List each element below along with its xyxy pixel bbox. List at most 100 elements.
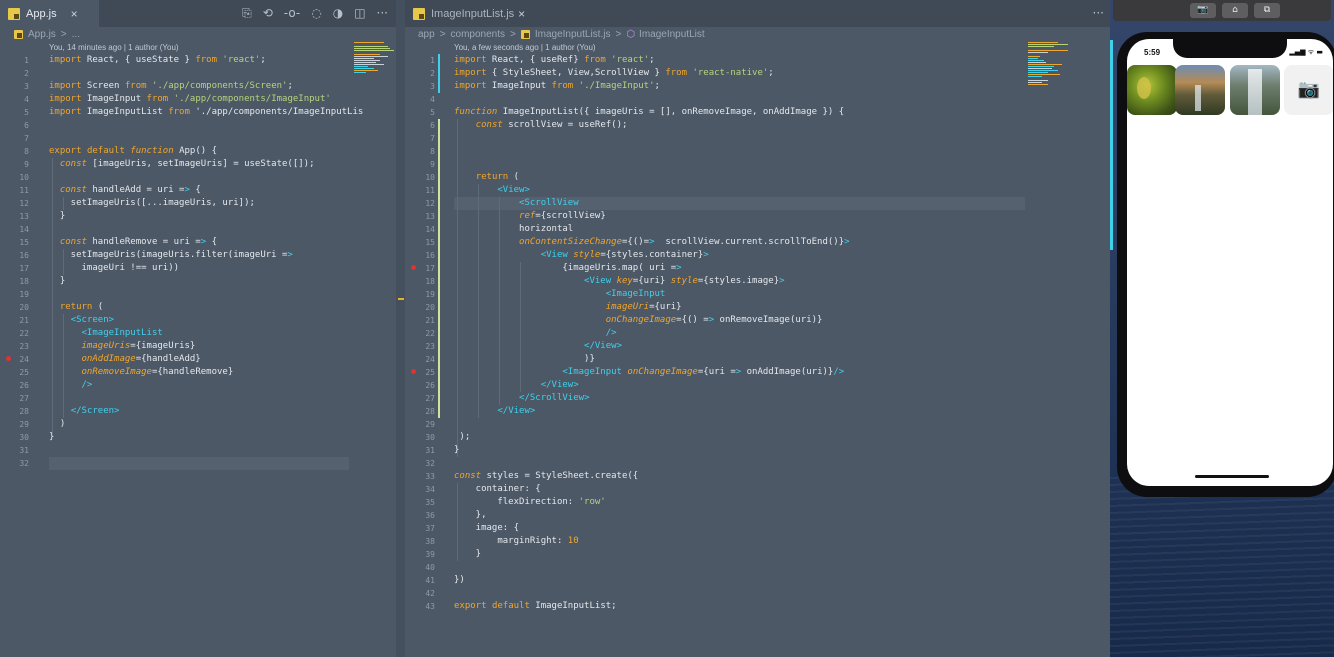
- line-number[interactable]: 5: [0, 106, 29, 119]
- code-line[interactable]: 23 imageUris={imageUris}: [0, 340, 396, 353]
- line-number[interactable]: 18: [405, 275, 435, 288]
- code-text[interactable]: onContentSizeChange={()=> scrollView.cur…: [454, 236, 850, 249]
- code-text[interactable]: }: [49, 431, 54, 444]
- code-line[interactable]: 13 }: [0, 210, 396, 223]
- rotate-button[interactable]: ⧉: [1254, 3, 1280, 18]
- code-line[interactable]: 8: [405, 145, 1110, 158]
- line-number[interactable]: 43: [405, 600, 435, 613]
- line-number[interactable]: 16: [0, 249, 29, 262]
- code-text[interactable]: ): [49, 418, 65, 431]
- line-number[interactable]: 17: [405, 262, 435, 275]
- code-area[interactable]: 1 import React, { useRef} from 'react'; 2 i…: [405, 54, 1110, 613]
- line-number[interactable]: 37: [405, 522, 435, 535]
- code-line[interactable]: 11 <View>: [405, 184, 1110, 197]
- line-number[interactable]: 25: [0, 366, 29, 379]
- code-line[interactable]: 14: [0, 223, 396, 236]
- code-line[interactable]: 5 import ImageInputList from './app/compo…: [0, 106, 396, 119]
- line-number[interactable]: 19: [405, 288, 435, 301]
- code-text[interactable]: const [imageUris, setImageUris] = useSta…: [49, 158, 315, 171]
- code-line[interactable]: 19 <ImageInput: [405, 288, 1110, 301]
- line-number[interactable]: 32: [0, 457, 29, 470]
- code-line[interactable]: 43 export default ImageInputList;: [405, 600, 1110, 613]
- code-text[interactable]: <View style={styles.container}>: [454, 249, 709, 262]
- code-line[interactable]: 10 return (: [405, 171, 1110, 184]
- code-line[interactable]: 10: [0, 171, 396, 184]
- code-line[interactable]: 30}: [0, 431, 396, 444]
- code-line[interactable]: 24 )}: [405, 353, 1110, 366]
- line-number[interactable]: 8: [0, 145, 29, 158]
- code-line[interactable]: 28 </Screen>: [0, 405, 396, 418]
- code-line[interactable]: 28 </View>: [405, 405, 1110, 418]
- git-blame-annotation[interactable]: You, 14 minutes ago | 1 author (You): [49, 43, 179, 52]
- code-text[interactable]: }: [454, 444, 459, 457]
- back-icon[interactable]: ⟲: [263, 6, 273, 21]
- line-number[interactable]: 13: [0, 210, 29, 223]
- line-number[interactable]: 4: [0, 93, 29, 106]
- line-number[interactable]: 12: [405, 197, 435, 210]
- line-number[interactable]: 8: [405, 145, 435, 158]
- code-text[interactable]: const handleAdd = uri => {: [49, 184, 201, 197]
- code-line[interactable]: 2 import { StyleSheet, View,ScrollView } …: [405, 67, 1110, 80]
- line-number[interactable]: 34: [405, 483, 435, 496]
- code-line[interactable]: 29: [405, 418, 1110, 431]
- code-text[interactable]: />: [454, 327, 617, 340]
- line-number[interactable]: 1: [0, 54, 29, 67]
- code-text[interactable]: </Screen>: [49, 405, 120, 418]
- code-line[interactable]: 32: [405, 457, 1110, 470]
- code-text[interactable]: container: {: [454, 483, 541, 496]
- code-line[interactable]: 30 );: [405, 431, 1110, 444]
- code-text[interactable]: import React, { useState } from 'react';: [49, 54, 266, 67]
- line-number[interactable]: 11: [405, 184, 435, 197]
- code-text[interactable]: {imageUris.map( uri =>: [454, 262, 681, 275]
- code-line[interactable]: 33 const styles = StyleSheet.create({: [405, 470, 1110, 483]
- code-text[interactable]: onAddImage={handleAdd}: [49, 353, 201, 366]
- code-line[interactable]: 37 image: {: [405, 522, 1110, 535]
- editor-split-divider[interactable]: [396, 0, 405, 657]
- more-actions-icon[interactable]: ···: [1093, 6, 1104, 20]
- code-line[interactable]: 9: [405, 158, 1110, 171]
- code-line[interactable]: 19: [0, 288, 396, 301]
- code-line[interactable]: 18 }: [0, 275, 396, 288]
- code-text[interactable]: import ImageInputList from './app/compon…: [49, 106, 363, 119]
- code-text[interactable]: <ImageInput: [454, 288, 666, 301]
- line-number[interactable]: 9: [0, 158, 29, 171]
- code-line[interactable]: 40: [405, 561, 1110, 574]
- home-button[interactable]: ⌂: [1222, 3, 1248, 18]
- code-text[interactable]: import React, { useRef} from 'react';: [454, 54, 655, 67]
- code-line[interactable]: 32: [0, 457, 396, 470]
- breadcrumb-item[interactable]: components: [451, 29, 505, 40]
- line-number[interactable]: 30: [0, 431, 29, 444]
- toggle-icon[interactable]: ◑: [333, 6, 343, 21]
- code-line[interactable]: 21 onChangeImage={() => onRemoveImage(ur…: [405, 314, 1110, 327]
- code-text[interactable]: setImageUris([...imageUris, uri]);: [49, 197, 255, 210]
- line-number[interactable]: 10: [405, 171, 435, 184]
- line-number[interactable]: 3: [405, 80, 435, 93]
- line-number[interactable]: 17: [0, 262, 29, 275]
- code-line[interactable]: 20 return (: [0, 301, 396, 314]
- line-number[interactable]: 42: [405, 587, 435, 600]
- code-area[interactable]: 1 import React, { useState } from 'react'…: [0, 54, 396, 470]
- line-number[interactable]: 26: [405, 379, 435, 392]
- code-line[interactable]: 29 ): [0, 418, 396, 431]
- code-text[interactable]: </View>: [454, 340, 622, 353]
- code-line[interactable]: 12 <ScrollView: [405, 197, 1110, 210]
- code-line[interactable]: 26 </View>: [405, 379, 1110, 392]
- code-text[interactable]: import ImageInput from './app/components…: [49, 93, 331, 106]
- code-text[interactable]: <Screen>: [49, 314, 114, 327]
- line-number[interactable]: 2: [0, 67, 29, 80]
- line-number[interactable]: 10: [0, 171, 29, 184]
- line-number[interactable]: 12: [0, 197, 29, 210]
- code-text[interactable]: function ImageInputList({ imageUris = []…: [454, 106, 844, 119]
- line-number[interactable]: 21: [405, 314, 435, 327]
- line-number[interactable]: 6: [0, 119, 29, 132]
- code-text[interactable]: const handleRemove = uri => {: [49, 236, 217, 249]
- git-blame-annotation[interactable]: You, a few seconds ago | 1 author (You): [454, 43, 596, 52]
- forward-icon[interactable]: ◌: [311, 6, 321, 21]
- line-number[interactable]: 15: [0, 236, 29, 249]
- code-line[interactable]: 12 setImageUris([...imageUris, uri]);: [0, 197, 396, 210]
- line-number[interactable]: 38: [405, 535, 435, 548]
- code-line[interactable]: 8 export default function App() {: [0, 145, 396, 158]
- line-number[interactable]: 7: [405, 132, 435, 145]
- breadcrumb-item[interactable]: app: [418, 29, 435, 40]
- line-number[interactable]: 40: [405, 561, 435, 574]
